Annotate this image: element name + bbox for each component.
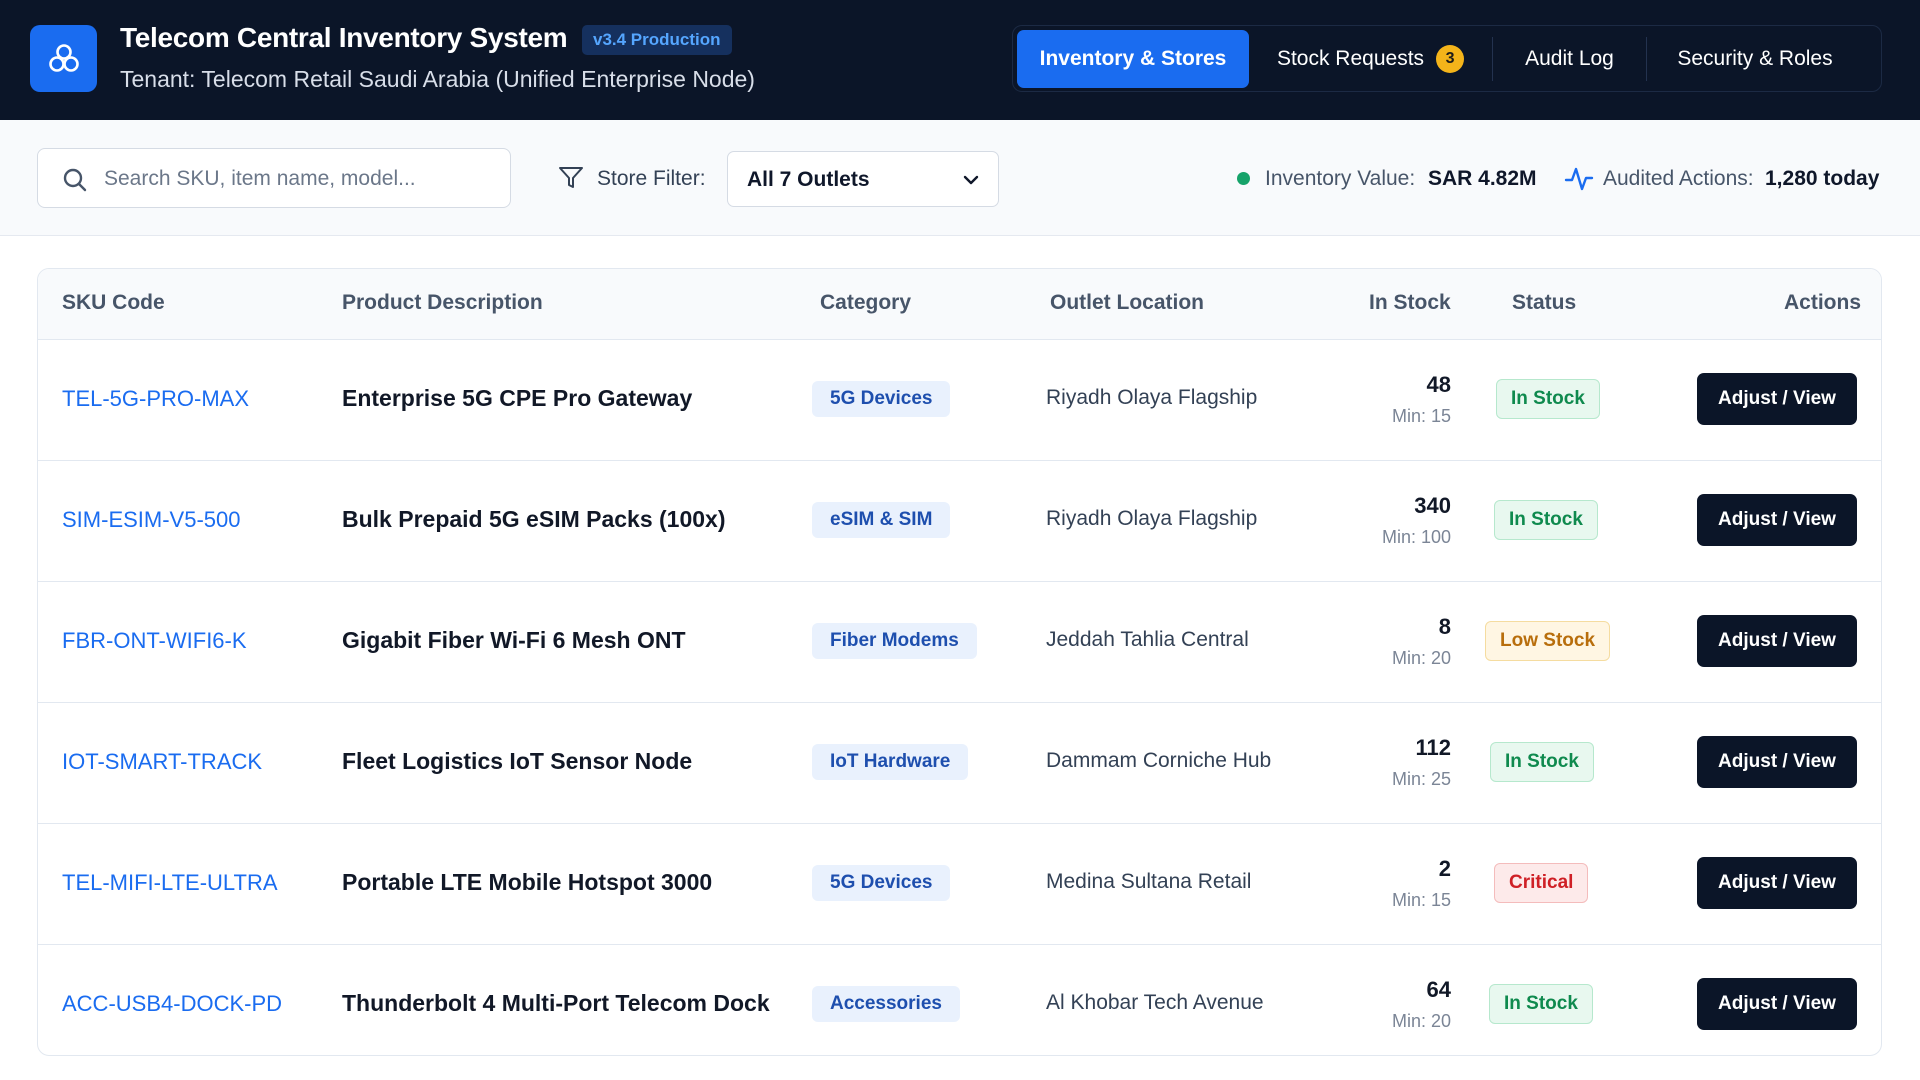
stock-minimum: Min: 20 bbox=[1391, 1011, 1451, 1031]
sku-link[interactable]: TEL-5G-PRO-MAX bbox=[62, 386, 249, 412]
tab-label: Stock Requests bbox=[1276, 46, 1425, 70]
stock-quantity: 2 bbox=[1438, 856, 1451, 881]
outlet-location: Dammam Corniche Hub bbox=[1046, 749, 1272, 772]
stock-quantity: 48 bbox=[1426, 372, 1451, 397]
tab-label: Inventory & Stores bbox=[1039, 46, 1227, 70]
sku-link[interactable]: TEL-MIFI-LTE-ULTRA bbox=[62, 870, 278, 896]
sku-link[interactable]: FBR-ONT-WIFI6-K bbox=[62, 628, 247, 654]
stock-minimum: Min: 25 bbox=[1391, 769, 1451, 789]
status-badge: In Stock bbox=[1489, 984, 1593, 1024]
status-badge: In Stock bbox=[1496, 379, 1600, 419]
table-row: TEL-MIFI-LTE-ULTRA Portable LTE Mobile H… bbox=[38, 824, 1881, 945]
network-nodes-icon[interactable] bbox=[30, 25, 97, 92]
outlet-location: Al Khobar Tech Avenue bbox=[1046, 991, 1264, 1014]
product-description: Gigabit Fiber Wi-Fi 6 Mesh ONT bbox=[342, 627, 686, 653]
outlet-location: Jeddah Tahlia Central bbox=[1046, 628, 1249, 651]
outlet-location: Riyadh Olaya Flagship bbox=[1046, 507, 1258, 530]
outlet-location: Medina Sultana Retail bbox=[1046, 870, 1252, 893]
tenant-label: Tenant: Telecom Retail Saudi Arabia (Uni… bbox=[120, 66, 755, 92]
column-header-stock: In Stock bbox=[1369, 291, 1451, 314]
category-tag: Accessories bbox=[812, 986, 960, 1022]
table-row: IOT-SMART-TRACK Fleet Logistics IoT Sens… bbox=[38, 703, 1881, 824]
search-icon bbox=[63, 168, 87, 192]
app-header: Telecom Central Inventory System v3.4 Pr… bbox=[0, 0, 1920, 120]
status-badge: In Stock bbox=[1490, 742, 1594, 782]
adjust-view-button[interactable]: Adjust / View bbox=[1697, 615, 1857, 667]
app-title: Telecom Central Inventory System bbox=[120, 22, 568, 53]
adjust-view-button[interactable]: Adjust / View bbox=[1697, 736, 1857, 788]
column-header-category: Category bbox=[820, 291, 912, 314]
version-badge: v3.4 Production bbox=[582, 25, 732, 55]
column-header-location: Outlet Location bbox=[1050, 291, 1204, 314]
main-nav: Inventory & Stores Stock Requests 3 Audi… bbox=[1012, 25, 1882, 92]
category-tag: 5G Devices bbox=[812, 381, 951, 417]
notification-count-badge: 3 bbox=[1436, 44, 1465, 73]
column-header-description: Product Description bbox=[342, 291, 543, 314]
chevron-down-icon bbox=[963, 175, 979, 185]
stock-quantity: 112 bbox=[1415, 735, 1452, 760]
column-header-actions: Actions bbox=[1784, 291, 1862, 314]
product-description: Fleet Logistics IoT Sensor Node bbox=[342, 748, 693, 774]
product-description: Enterprise 5G CPE Pro Gateway bbox=[342, 385, 693, 411]
table-header: SKU Code Product Description Category Ou… bbox=[38, 269, 1881, 340]
category-tag: IoT Hardware bbox=[812, 744, 969, 780]
status-badge: Low Stock bbox=[1485, 621, 1611, 661]
tab-stock-requests[interactable]: Stock Requests 3 bbox=[1249, 30, 1492, 88]
category-tag: 5G Devices bbox=[812, 865, 951, 901]
stock-quantity: 8 bbox=[1438, 614, 1451, 639]
adjust-view-button[interactable]: Adjust / View bbox=[1697, 857, 1857, 909]
sku-link[interactable]: IOT-SMART-TRACK bbox=[62, 749, 262, 775]
status-badge: Critical bbox=[1494, 863, 1589, 903]
search-input[interactable] bbox=[104, 159, 494, 199]
stock-minimum: Min: 100 bbox=[1381, 527, 1451, 547]
sku-link[interactable]: ACC-USB4-DOCK-PD bbox=[62, 991, 282, 1017]
inventory-table: SKU Code Product Description Category Ou… bbox=[37, 268, 1882, 1056]
inventory-value-label: Inventory Value: bbox=[1265, 167, 1416, 190]
table-row: FBR-ONT-WIFI6-K Gigabit Fiber Wi-Fi 6 Me… bbox=[38, 582, 1881, 703]
audited-actions-label: Audited Actions: bbox=[1603, 167, 1754, 190]
stock-minimum: Min: 15 bbox=[1391, 406, 1451, 426]
category-tag: Fiber Modems bbox=[812, 623, 977, 659]
tab-audit-log[interactable]: Audit Log bbox=[1493, 30, 1646, 88]
store-filter-value: All 7 Outlets bbox=[747, 168, 870, 191]
filter-icon bbox=[559, 167, 583, 188]
stock-minimum: Min: 15 bbox=[1391, 890, 1451, 910]
category-tag: eSIM & SIM bbox=[812, 502, 951, 538]
column-header-status: Status bbox=[1512, 291, 1577, 314]
adjust-view-button[interactable]: Adjust / View bbox=[1697, 978, 1857, 1030]
inventory-value: SAR 4.82M bbox=[1428, 167, 1537, 190]
tab-label: Security & Roles bbox=[1677, 46, 1833, 70]
outlet-location: Riyadh Olaya Flagship bbox=[1046, 386, 1258, 409]
search-box[interactable] bbox=[37, 148, 511, 208]
table-row: ACC-USB4-DOCK-PD Thunderbolt 4 Multi-Por… bbox=[38, 945, 1881, 1055]
tab-inventory-stores[interactable]: Inventory & Stores bbox=[1017, 29, 1249, 88]
column-header-sku: SKU Code bbox=[62, 291, 165, 314]
table-row: TEL-5G-PRO-MAX Enterprise 5G CPE Pro Gat… bbox=[38, 340, 1881, 461]
stock-quantity: 340 bbox=[1414, 493, 1451, 518]
tab-security-roles[interactable]: Security & Roles bbox=[1647, 30, 1863, 88]
stock-minimum: Min: 20 bbox=[1391, 648, 1451, 668]
store-filter-label: Store Filter: bbox=[597, 167, 706, 190]
adjust-view-button[interactable]: Adjust / View bbox=[1697, 494, 1857, 546]
activity-pulse-icon bbox=[1564, 167, 1594, 191]
status-badge: In Stock bbox=[1494, 500, 1598, 540]
product-description: Portable LTE Mobile Hotspot 3000 bbox=[342, 869, 713, 895]
adjust-view-button[interactable]: Adjust / View bbox=[1697, 373, 1857, 425]
product-description: Thunderbolt 4 Multi-Port Telecom Dock bbox=[342, 990, 770, 1016]
store-filter-select[interactable]: All 7 Outlets bbox=[727, 151, 999, 207]
tab-label: Audit Log bbox=[1525, 46, 1614, 70]
status-dot-icon bbox=[1237, 172, 1250, 185]
stock-quantity: 64 bbox=[1426, 977, 1451, 1002]
table-row: SIM-ESIM-V5-500 Bulk Prepaid 5G eSIM Pac… bbox=[38, 461, 1881, 582]
sku-link[interactable]: SIM-ESIM-V5-500 bbox=[62, 507, 241, 533]
product-description: Bulk Prepaid 5G eSIM Packs (100x) bbox=[342, 506, 726, 532]
audited-actions-value: 1,280 today bbox=[1765, 167, 1880, 190]
